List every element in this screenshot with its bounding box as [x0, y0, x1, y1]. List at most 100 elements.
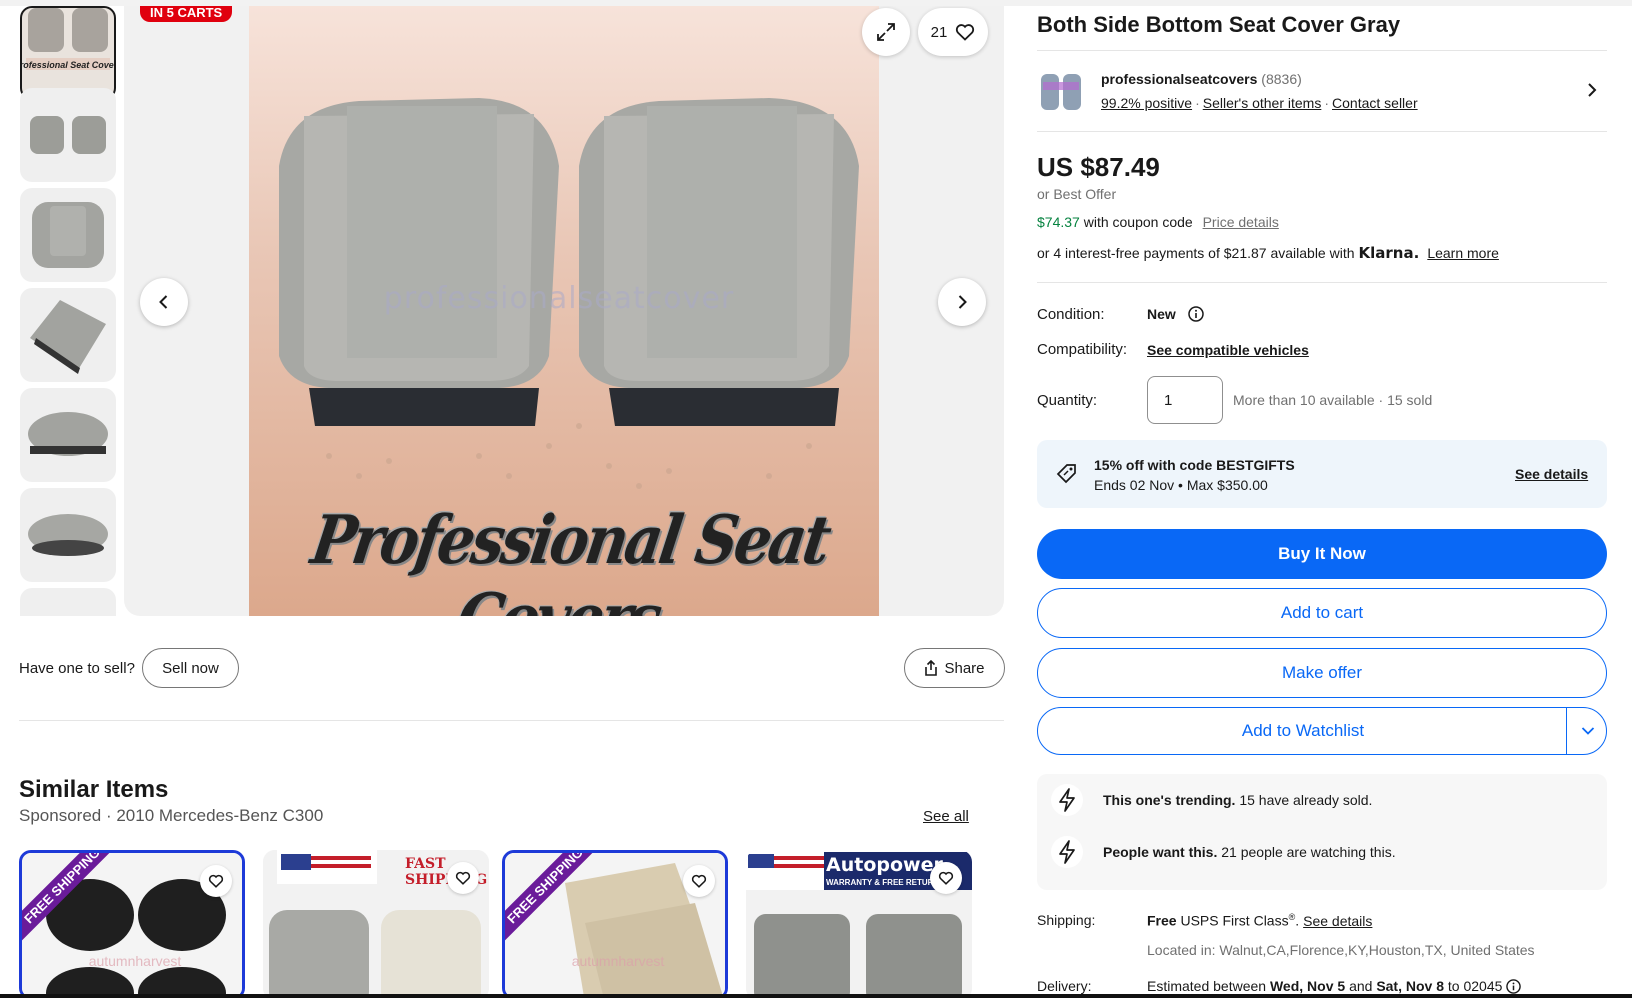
share-icon	[925, 660, 938, 676]
share-button[interactable]: Share	[904, 648, 1005, 688]
thumbnail-strip: Professional Seat Covers	[20, 6, 116, 616]
best-offer-note: or Best Offer	[1037, 186, 1117, 202]
card-watermark: autumnharvest	[88, 953, 182, 969]
sell-now-button[interactable]: Sell now	[142, 648, 239, 688]
contact-seller-link[interactable]: Contact seller	[1332, 95, 1418, 111]
similar-item-card[interactable]: Autopower WARRANTY & FREE RETURN	[746, 850, 972, 998]
quantity-availability: More than 10 available · 15 sold	[1233, 392, 1433, 408]
quantity-input[interactable]: 1	[1147, 376, 1223, 424]
watch-item-button[interactable]	[447, 862, 479, 894]
condition-value-row: New	[1147, 306, 1204, 322]
compatibility-label: Compatibility:	[1037, 341, 1128, 358]
autopower-banner-sub: WARRANTY & FREE RETURN	[826, 878, 940, 887]
trending-panel: This one's trending. 15 have already sol…	[1037, 774, 1607, 890]
similar-items-subtitle: Sponsored · 2010 Mercedes-Benz C300	[19, 806, 324, 825]
seller-logo	[1041, 74, 1081, 110]
promo-ends: Ends 02 Nov • Max $350.00	[1094, 477, 1268, 493]
image-watermark: professionalseatcover	[383, 281, 735, 316]
trending-row: People want this. 21 people are watching…	[1051, 836, 1396, 868]
condition-value: New	[1147, 306, 1176, 322]
watch-item-button[interactable]	[683, 865, 715, 897]
in-carts-badge: IN 5 CARTS	[140, 6, 233, 22]
thumbnail-5[interactable]	[20, 388, 116, 482]
make-offer-button[interactable]: Make offer	[1037, 648, 1607, 698]
shipping-method: USPS First Class	[1180, 912, 1289, 929]
add-to-watchlist-control: Add to Watchlist	[1037, 707, 1607, 755]
brand-overlay-text: Professional Seat Covers	[306, 500, 834, 616]
price: US $87.49	[1037, 152, 1160, 182]
delivery-from: Wed, Nov 5	[1269, 978, 1346, 994]
similar-item-card[interactable]: FAST SHIPPING	[263, 850, 489, 998]
delivery-label: Delivery:	[1037, 978, 1092, 994]
svg-text:Professional Seat Covers: Professional Seat Covers	[22, 60, 114, 70]
trending-row: This one's trending. 15 have already sol…	[1051, 784, 1372, 816]
quantity-label: Quantity:	[1037, 392, 1098, 409]
add-to-cart-button[interactable]: Add to cart	[1037, 588, 1607, 638]
similar-items-title: Similar Items	[19, 776, 169, 803]
button-separator	[1566, 708, 1567, 754]
delivery-pre: Estimated between	[1147, 978, 1267, 994]
coupon-text: with coupon code	[1083, 214, 1193, 230]
watchers-text: 21 people are watching this.	[1221, 844, 1396, 860]
heart-icon	[455, 871, 471, 885]
expand-image-button[interactable]	[862, 8, 910, 56]
shipping-value: Free USPS First Class®. See details	[1147, 912, 1373, 929]
thumbnail-2[interactable]	[20, 88, 116, 182]
promo-see-details-link[interactable]: See details	[1515, 466, 1588, 482]
watchlist-dropdown-button[interactable]	[1568, 708, 1608, 754]
previous-image-button[interactable]	[140, 278, 188, 326]
divider	[19, 720, 1004, 721]
seller-name[interactable]: professionalseatcovers (8836)	[1101, 71, 1302, 87]
see-compatible-vehicles-link[interactable]: See compatible vehicles	[1147, 342, 1309, 358]
thumbnail-3[interactable]	[20, 188, 116, 282]
thumbnail-7[interactable]	[20, 588, 116, 616]
divider	[1037, 131, 1607, 132]
similar-item-card[interactable]: FREE SHIPPING autumnharvest	[19, 850, 245, 998]
condition-label: Condition:	[1037, 306, 1105, 323]
see-all-link[interactable]: See all	[923, 808, 969, 825]
main-image-panel: professionalseatcover Professional Seat …	[124, 6, 1004, 616]
promo-banner: 15% off with code BESTGIFTS Ends 02 Nov …	[1037, 440, 1607, 508]
coupon-line: $74.37 with coupon code Price details	[1037, 214, 1279, 230]
trending-text: 15 have already sold.	[1239, 792, 1373, 808]
delivery-estimate: Estimated between Wed, Nov 5 and Sat, No…	[1147, 978, 1522, 994]
trending-bold: This one's trending.	[1103, 792, 1236, 808]
card-watermark: autumnharvest	[571, 953, 665, 969]
heart-icon	[691, 874, 707, 888]
similar-item-card[interactable]: FREE SHIPPING autumnharvest	[502, 850, 728, 998]
registered-mark: ®	[1288, 912, 1296, 922]
chevron-left-icon	[159, 295, 168, 309]
klarna-text: or 4 interest-free payments of $21.87 av…	[1037, 245, 1355, 261]
klarna-logo: Klarna.	[1358, 244, 1420, 262]
listing-title: Both Side Bottom Seat Cover Gray	[1037, 12, 1401, 37]
info-icon[interactable]	[1506, 979, 1522, 994]
heart-icon	[956, 24, 975, 41]
watchers-bold: People want this.	[1103, 844, 1218, 860]
add-to-watchlist-button[interactable]: Add to Watchlist	[1038, 708, 1568, 754]
price-details-link[interactable]: Price details	[1203, 214, 1279, 230]
shipping-see-details-link[interactable]: See details	[1303, 913, 1372, 929]
promo-title: 15% off with code BESTGIFTS	[1094, 457, 1295, 473]
buy-it-now-button[interactable]: Buy It Now	[1037, 529, 1607, 579]
have-one-to-sell-label: Have one to sell?	[19, 660, 135, 677]
divider	[1037, 50, 1607, 51]
watch-item-button[interactable]	[930, 862, 962, 894]
shipping-free: Free	[1147, 912, 1177, 929]
watch-item-button[interactable]	[200, 865, 232, 897]
chevron-right-icon[interactable]	[1585, 82, 1599, 98]
thumbnail-1[interactable]: Professional Seat Covers	[20, 6, 116, 100]
seller-feedback-count: (8836)	[1261, 71, 1302, 87]
thumbnail-4[interactable]	[20, 288, 116, 382]
thumbnail-6[interactable]	[20, 488, 116, 582]
klarna-line: or 4 interest-free payments of $21.87 av…	[1037, 244, 1499, 262]
share-label: Share	[944, 659, 985, 677]
watch-count-button[interactable]: 21	[918, 8, 988, 56]
delivery-and: and	[1349, 978, 1373, 994]
info-icon[interactable]	[1187, 306, 1204, 322]
learn-more-link[interactable]: Learn more	[1427, 245, 1499, 261]
shipping-label: Shipping:	[1037, 912, 1096, 928]
lightning-icon	[1051, 836, 1083, 868]
positive-feedback-link[interactable]: 99.2% positive	[1101, 95, 1192, 111]
seller-other-items-link[interactable]: Seller's other items	[1203, 95, 1322, 111]
next-image-button[interactable]	[938, 278, 986, 326]
